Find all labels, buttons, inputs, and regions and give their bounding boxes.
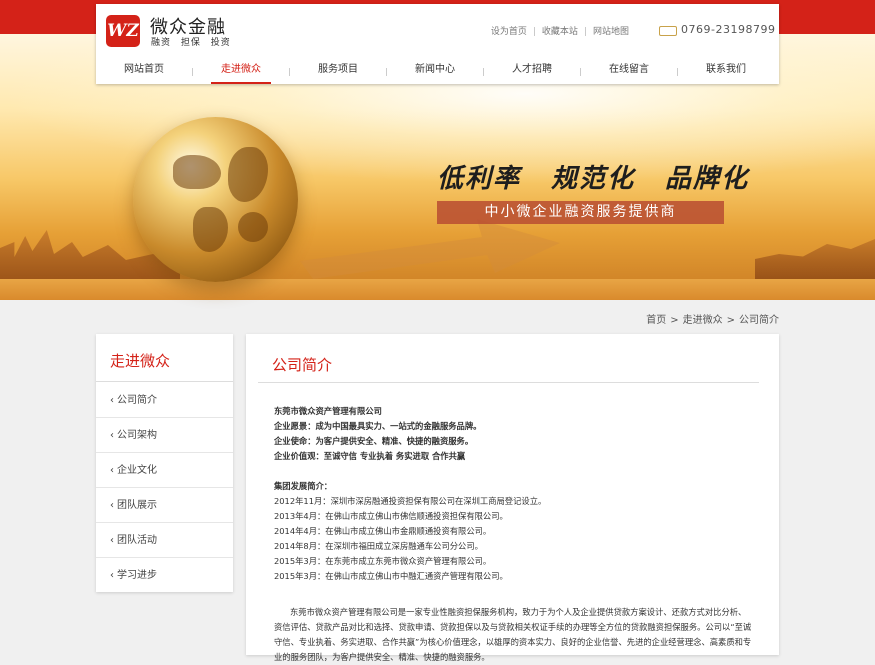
slogan-branded: 品牌化 <box>665 164 750 194</box>
sidebar-item-label: 公司架构 <box>117 430 157 441</box>
sidebar-item-label: 团队活动 <box>117 535 157 546</box>
chevron-left-icon: ‹ <box>110 535 114 546</box>
sidebar-item-team[interactable]: ‹ 团队展示 <box>96 489 233 523</box>
banner-tagline: 中小微企业融资服务提供商 <box>437 201 724 224</box>
banner-arrow <box>300 219 560 279</box>
chevron-left-icon: ‹ <box>110 395 114 406</box>
article-body: 东莞市微众资产管理有限公司 企业愿景：成为中国最具实力、一站式的金融服务品牌。 … <box>274 404 754 665</box>
link-divider: | <box>532 27 536 37</box>
sidebar-item-activities[interactable]: ‹ 团队活动 <box>96 524 233 558</box>
sidebar: 走进微众 ‹ 公司简介 ‹ 公司架构 ‹ 企业文化 ‹ 团队展示 ‹ 团队活动 ‹ 学习进步 <box>96 334 233 592</box>
site-header: WZ 微众金融 融资 担保 投资 设为首页 | 收藏本站 | 网站地图 0769-231… <box>96 4 779 84</box>
sidebar-title: 走进微众 <box>110 352 171 370</box>
title-divider <box>258 382 759 383</box>
phone-icon <box>659 26 677 36</box>
sidebar-item-label: 公司简介 <box>117 395 157 406</box>
history-item: 2014年4月：在佛山市成立佛山市金鼎顺通投资有限公司。 <box>274 526 492 536</box>
company-vision: 企业愿景：成为中国最具实力、一站式的金融服务品牌。 <box>274 421 482 431</box>
chevron-left-icon: ‹ <box>110 465 114 476</box>
sidebar-item-learning[interactable]: ‹ 学习进步 <box>96 559 233 593</box>
chevron-left-icon: ‹ <box>110 570 114 581</box>
slogan-standardized: 规范化 <box>551 164 636 194</box>
breadcrumb-current: 公司简介 <box>739 315 779 326</box>
company-mission: 企业使命：为客户提供安全、精准、快捷的融资服务。 <box>274 436 474 446</box>
breadcrumb-about[interactable]: 走进微众 <box>683 315 723 326</box>
company-description: 东莞市微众资产管理有限公司是一家专业性融资担保服务机构，致力于为个人及企业提供贷… <box>274 607 752 662</box>
nav-news[interactable]: 新闻中心 <box>387 58 483 84</box>
history-item: 2015年3月：在佛山市成立佛山市中融汇通资产管理有限公司。 <box>274 571 508 581</box>
main-nav: 网站首页 走进微众 服务项目 新闻中心 人才招聘 在线留言 联系我们 <box>96 58 779 84</box>
logo-subtitle: 融资 担保 投资 <box>151 38 231 48</box>
history-item: 2015年3月：在东莞市成立东莞市微众资产管理有限公司。 <box>274 556 492 566</box>
sidebar-item-intro[interactable]: ‹ 公司简介 <box>96 384 233 418</box>
breadcrumb: 首页 > 走进微众 > 公司简介 <box>646 311 779 326</box>
globe-image <box>133 117 298 282</box>
banner-water <box>0 279 875 300</box>
chevron-left-icon: ‹ <box>110 430 114 441</box>
history-title: 集团发展简介： <box>274 481 333 491</box>
breadcrumb-separator: > <box>670 315 679 326</box>
nav-services[interactable]: 服务项目 <box>290 58 386 84</box>
sidebar-item-label: 学习进步 <box>117 570 157 581</box>
page-title: 公司简介 <box>272 356 333 374</box>
sidebar-divider <box>96 381 233 382</box>
banner-city-right <box>755 239 875 279</box>
nav-contact[interactable]: 联系我们 <box>678 58 774 84</box>
company-name: 东莞市微众资产管理有限公司 <box>274 406 382 416</box>
breadcrumb-separator: > <box>726 315 735 326</box>
phone-number: 0769-23198799 <box>681 23 776 36</box>
history-item: 2014年8月：在深圳市福田成立深房融通车公司分公司。 <box>274 541 483 551</box>
chevron-left-icon: ‹ <box>110 500 114 511</box>
sitemap-link[interactable]: 网站地图 <box>593 24 629 37</box>
link-divider: | <box>583 27 587 37</box>
top-links: 设为首页 | 收藏本站 | 网站地图 <box>491 24 629 37</box>
sidebar-item-label: 企业文化 <box>117 465 157 476</box>
history-item: 2013年4月：在佛山市成立佛山市佛信顺通投资担保有限公司。 <box>274 511 508 521</box>
logo-icon[interactable]: WZ <box>106 15 140 47</box>
nav-message[interactable]: 在线留言 <box>581 58 677 84</box>
nav-home[interactable]: 网站首页 <box>96 58 192 84</box>
slogan-low-rate: 低利率 <box>437 164 522 194</box>
sidebar-item-culture[interactable]: ‹ 企业文化 <box>96 454 233 488</box>
nav-about[interactable]: 走进微众 <box>193 58 289 84</box>
history-item: 2012年11月：深圳市深房融通投资担保有限公司在深圳工商局登记设立。 <box>274 496 547 506</box>
sidebar-item-label: 团队展示 <box>117 500 157 511</box>
bookmark-link[interactable]: 收藏本站 <box>542 24 578 37</box>
set-homepage-link[interactable]: 设为首页 <box>491 24 527 37</box>
breadcrumb-home[interactable]: 首页 <box>646 315 666 326</box>
main-content: 公司简介 东莞市微众资产管理有限公司 企业愿景：成为中国最具实力、一站式的金融服… <box>246 334 779 662</box>
banner-slogan: 低利率 规范化 品牌化 <box>437 158 779 195</box>
nav-careers[interactable]: 人才招聘 <box>484 58 580 84</box>
company-values: 企业价值观：至诚守信 专业执着 务实进取 合作共赢 <box>274 451 466 461</box>
sidebar-item-structure[interactable]: ‹ 公司架构 <box>96 419 233 453</box>
